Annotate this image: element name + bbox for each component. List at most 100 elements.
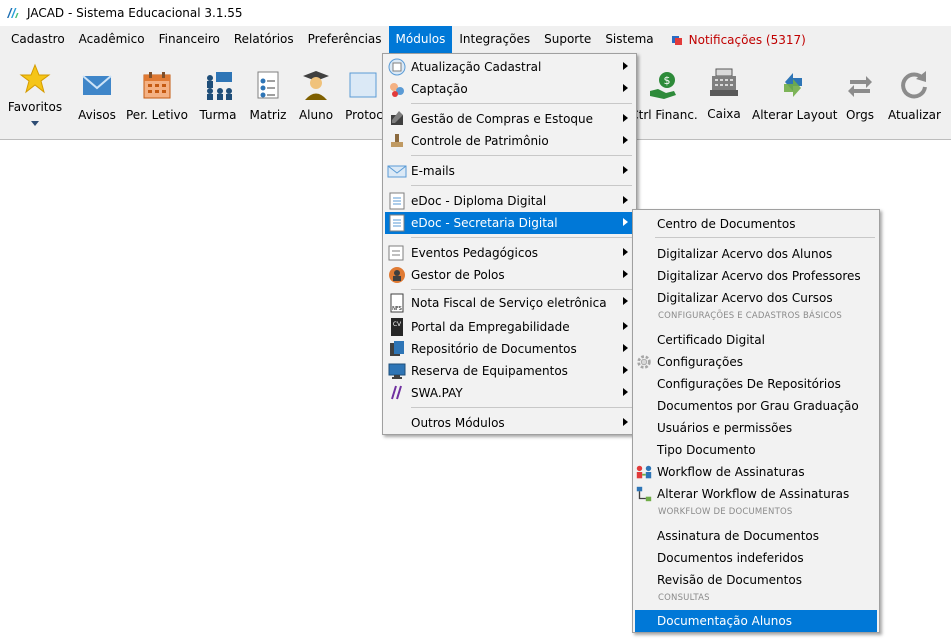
menu-integracoes[interactable]: Integrações (452, 26, 537, 53)
toolbar-favoritos-button[interactable]: Favoritos (4, 53, 66, 139)
submenu-arrow-icon (623, 366, 628, 374)
toolbar-per-letivo-button[interactable]: Per. Letivo (124, 53, 190, 139)
toolbar-orgs-button[interactable]: Orgs (838, 53, 882, 139)
menu-separator (411, 237, 632, 238)
menu-item-repositorio-documentos[interactable]: Repositório de Documentos (385, 338, 634, 360)
globe-people-icon (389, 267, 405, 283)
toolbar-alterar-layout-button[interactable]: Alterar Layout (752, 53, 837, 139)
menu-item-eventos-pedagogicos[interactable]: Eventos Pedagógicos (385, 242, 634, 264)
toolbar-ctrl-financ-button[interactable]: $ Ctrl Financ. (628, 53, 700, 139)
submenu-item-config-repositorios[interactable]: Configurações De Repositórios (635, 373, 877, 395)
submenu-arrow-icon (623, 270, 628, 278)
document-icon (389, 214, 405, 232)
toolbar-aluno-button[interactable]: Aluno (294, 53, 338, 139)
submenu-item-digitalizar-professores[interactable]: Digitalizar Acervo dos Professores (635, 265, 877, 287)
submenu-item-tipo-documento[interactable]: Tipo Documento (635, 439, 877, 461)
submenu-item-digitalizar-cursos[interactable]: Digitalizar Acervo dos Cursos (635, 287, 877, 309)
submenu-arrow-icon (623, 297, 628, 305)
menu-academico[interactable]: Acadêmico (72, 26, 152, 53)
submenu-item-documentos-indeferidos[interactable]: Documentos indeferidos (635, 547, 877, 569)
submenu-item-digitalizar-alunos[interactable]: Digitalizar Acervo dos Alunos (635, 243, 877, 265)
menu-separator (411, 155, 632, 156)
toolbar-aluno-label: Aluno (298, 108, 334, 122)
toolbar-per-letivo-label: Per. Letivo (126, 108, 188, 122)
menu-preferencias[interactable]: Preferências (301, 26, 389, 53)
menu-sistema[interactable]: Sistema (598, 26, 660, 53)
submenu-arrow-icon (623, 388, 628, 396)
menu-item-captacao[interactable]: Captação (385, 78, 634, 100)
menu-item-edoc-diploma[interactable]: eDoc - Diploma Digital (385, 190, 634, 212)
toolbar-protocolo-button[interactable]: Protoc (344, 53, 384, 139)
notification-icon (671, 35, 682, 45)
menu-relatorios[interactable]: Relatórios (227, 26, 301, 53)
menu-separator (411, 103, 632, 104)
menu-item-label: Nota Fiscal de Serviço eletrônica (411, 296, 607, 310)
submenu-arrow-icon (623, 136, 628, 144)
submenu-arrow-icon (623, 248, 628, 256)
toolbar-avisos-button[interactable]: Avisos (74, 53, 120, 139)
menu-item-label: Centro de Documentos (657, 217, 796, 231)
toolbar-avisos-label: Avisos (78, 108, 116, 122)
refresh-icon (901, 71, 927, 99)
submenu-arrow-icon (623, 114, 628, 122)
invoice-icon: NFS (390, 293, 404, 313)
toolbar-turma-button[interactable]: Turma (196, 53, 240, 139)
menu-item-swapay[interactable]: SWA.PAY (385, 382, 634, 404)
notifications-link[interactable]: Notificações (5317) (661, 26, 806, 53)
submenu-item-documentacao-alunos[interactable]: Documentação Alunos (635, 610, 877, 632)
window-title: JACAD - Sistema Educacional 3.1.55 (27, 6, 243, 20)
toolbar-atualizar-button[interactable]: Atualizar (888, 53, 941, 139)
menu-item-portal-empregabilidade[interactable]: CV Portal da Empregabilidade (385, 316, 634, 338)
submenu-item-centro-documentos[interactable]: Centro de Documentos (635, 213, 877, 235)
menu-separator (411, 185, 632, 186)
menu-item-gestor-polos[interactable]: Gestor de Polos (385, 264, 634, 286)
toolbar-protocolo-label: Protoc (345, 108, 383, 122)
menu-bar: Cadastro Acadêmico Financeiro Relatórios… (0, 26, 951, 53)
menu-item-controle-patrimonio[interactable]: Controle de Patrimônio (385, 130, 634, 152)
protocol-icon (349, 72, 377, 98)
submenu-arrow-icon (623, 322, 628, 330)
menu-item-edoc-secretaria[interactable]: eDoc - Secretaria Digital (385, 212, 634, 234)
menu-item-emails[interactable]: E-mails (385, 160, 634, 182)
submenu-arrow-icon (623, 196, 628, 204)
toolbar-matriz-button[interactable]: Matriz (246, 53, 290, 139)
switch-layout-icon (784, 73, 802, 97)
toolbar-atualizar-label: Atualizar (888, 108, 941, 122)
toolbar-caixa-label: Caixa (707, 107, 741, 121)
menu-suporte[interactable]: Suporte (537, 26, 598, 53)
submenu-arrow-icon (623, 218, 628, 226)
menu-financeiro[interactable]: Financeiro (152, 26, 227, 53)
secretaria-digital-submenu: Centro de Documentos Digitalizar Acervo … (632, 209, 880, 633)
submenu-item-configuracoes[interactable]: Configurações (635, 351, 877, 373)
menu-modulos[interactable]: Módulos (388, 26, 453, 53)
menu-item-label: Digitalizar Acervo dos Cursos (657, 291, 833, 305)
menu-item-atualizacao-cadastral[interactable]: Atualização Cadastral (385, 56, 634, 78)
jacad-logo-icon (7, 8, 19, 18)
submenu-item-documentos-grau[interactable]: Documentos por Grau Graduação (635, 395, 877, 417)
menu-cadastro[interactable]: Cadastro (4, 26, 72, 53)
submenu-item-assinatura-documentos[interactable]: Assinatura de Documentos (635, 525, 877, 547)
menu-item-nota-fiscal[interactable]: NFS Nota Fiscal de Serviço eletrônica (385, 291, 634, 315)
toolbar-matriz-label: Matriz (249, 108, 287, 122)
cv-icon: CV (391, 318, 403, 336)
submenu-item-workflow-assinaturas[interactable]: Workflow de Assinaturas (635, 461, 877, 483)
submenu-item-usuarios-permissoes[interactable]: Usuários e permissões (635, 417, 877, 439)
star-icon (19, 63, 51, 94)
section-header-workflow: WORKFLOW DE DOCUMENTOS (658, 507, 793, 517)
repository-icon (390, 341, 404, 356)
swapay-icon (391, 385, 402, 400)
menu-item-label: Certificado Digital (657, 333, 765, 347)
menu-item-reserva-equipamentos[interactable]: Reserva de Equipamentos (385, 360, 634, 382)
submenu-item-certificado-digital[interactable]: Certificado Digital (635, 329, 877, 351)
svg-text:$: $ (664, 74, 671, 87)
empty-icon-slot (387, 413, 407, 433)
submenu-item-revisao-documentos[interactable]: Revisão de Documentos (635, 569, 877, 591)
stamp-icon (391, 134, 403, 147)
menu-item-label: Configurações (657, 355, 743, 369)
submenu-item-alterar-workflow[interactable]: Alterar Workflow de Assinaturas (635, 483, 877, 505)
menu-item-gestao-compras[interactable]: Gestão de Compras e Estoque (385, 108, 634, 130)
menu-item-label: Gestão de Compras e Estoque (411, 112, 594, 126)
menu-item-label: Repositório de Documentos (411, 342, 577, 356)
toolbar-caixa-button[interactable]: Caixa (702, 53, 746, 139)
menu-item-outros-modulos[interactable]: Outros Módulos (385, 412, 634, 434)
